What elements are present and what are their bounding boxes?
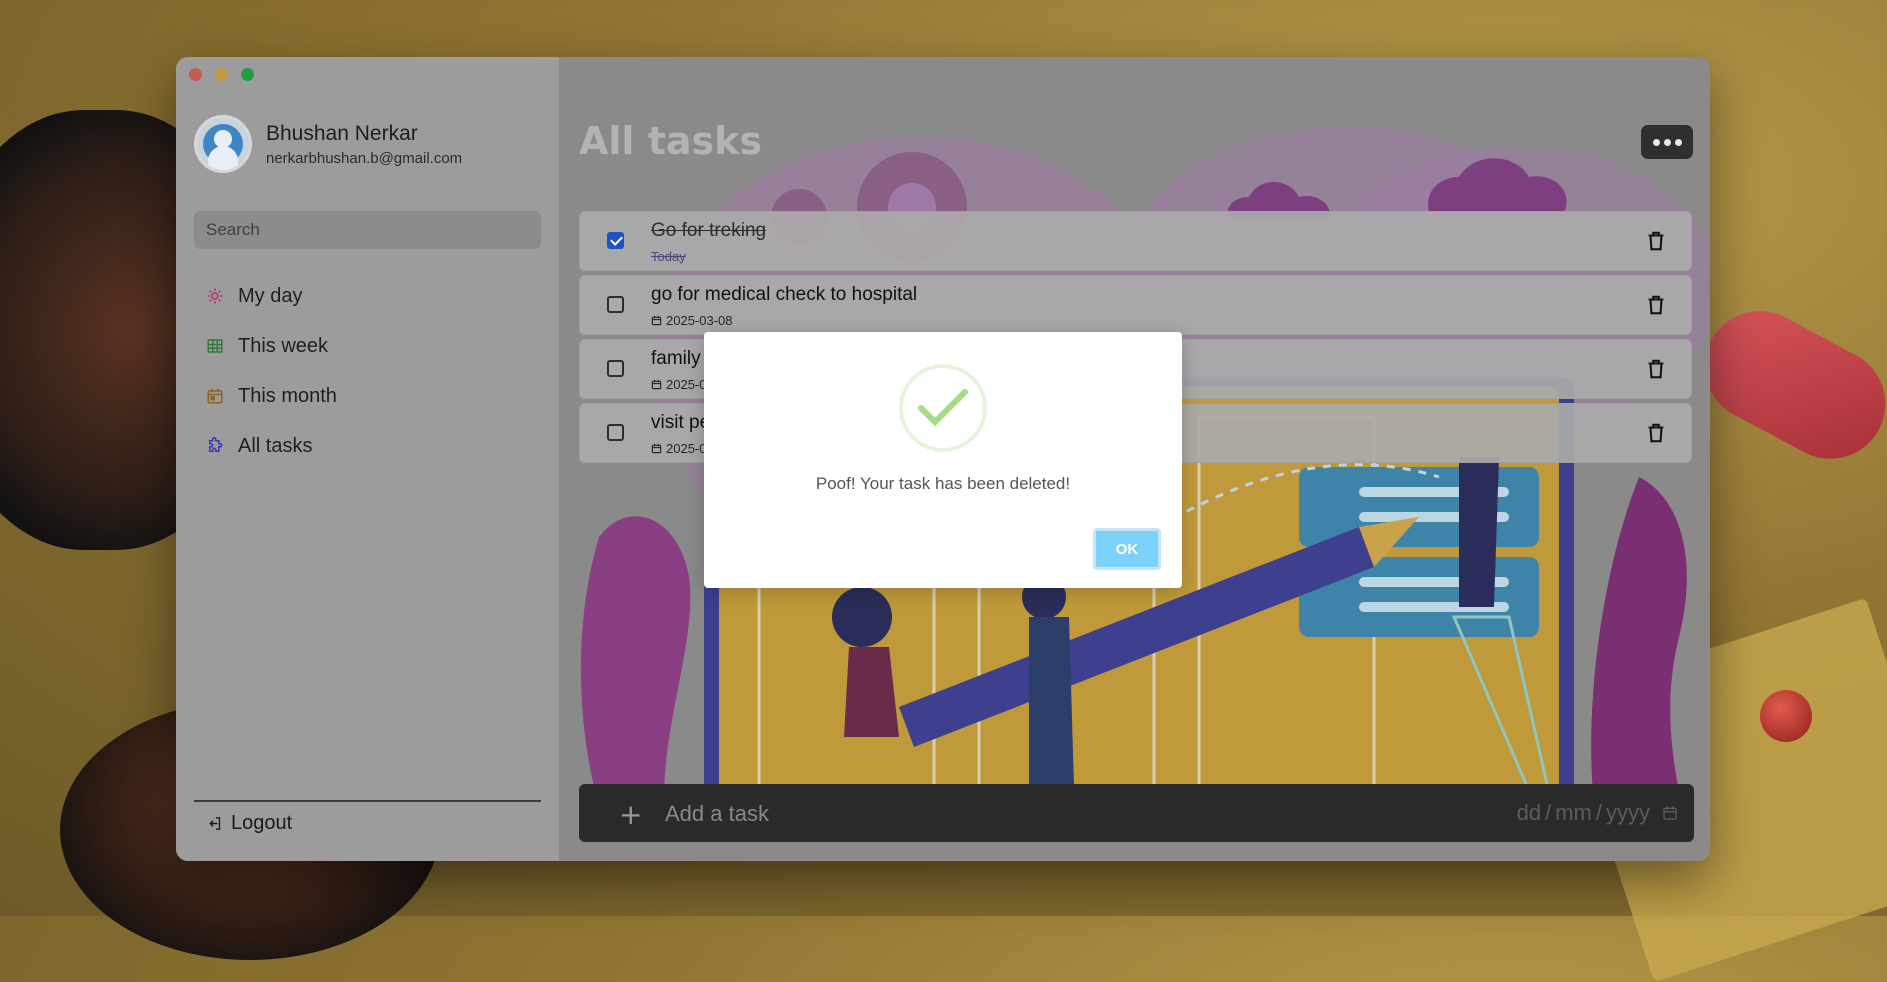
maximize-window-button[interactable]: [241, 68, 254, 81]
success-check-icon: [899, 364, 987, 452]
minimize-window-button[interactable]: [215, 68, 228, 81]
window-controls: [189, 68, 254, 81]
dialog-message: Poof! Your task has been deleted!: [815, 474, 1071, 493]
ok-button[interactable]: OK: [1093, 528, 1161, 570]
close-window-button[interactable]: [189, 68, 202, 81]
success-dialog: Poof! Your task has been deleted! OK: [704, 332, 1182, 588]
